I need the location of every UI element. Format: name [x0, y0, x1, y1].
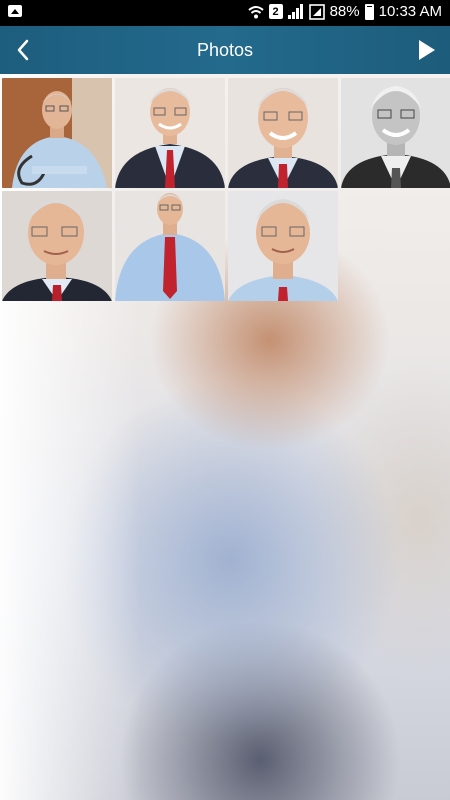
status-bar: 2 88% 10:33 AM [0, 0, 450, 26]
clock: 10:33 AM [378, 3, 442, 20]
gallery-icon [8, 5, 22, 17]
photo-thumbnail-7[interactable] [228, 191, 338, 301]
signal-icon [287, 4, 303, 19]
sim-slot-badge: 2 [268, 4, 283, 19]
battery-icon [364, 3, 374, 20]
photo-thumbnail-1[interactable] [2, 78, 112, 188]
battery-percent: 88% [329, 3, 360, 20]
status-left [8, 5, 22, 17]
page-title: Photos [196, 40, 254, 60]
photo-thumbnail-6[interactable] [115, 191, 225, 301]
photo-thumbnail-5[interactable] [2, 191, 112, 301]
app-header: Photos [0, 26, 450, 74]
photo-thumbnail-4[interactable] [341, 78, 450, 188]
play-icon[interactable] [414, 38, 438, 62]
wifi-icon [247, 5, 264, 18]
status-right: 2 88% 10:33 AM [247, 3, 442, 20]
photo-thumbnail-3[interactable] [228, 78, 338, 188]
photo-thumbnail-2[interactable] [115, 78, 225, 188]
nfc-icon [308, 3, 325, 20]
